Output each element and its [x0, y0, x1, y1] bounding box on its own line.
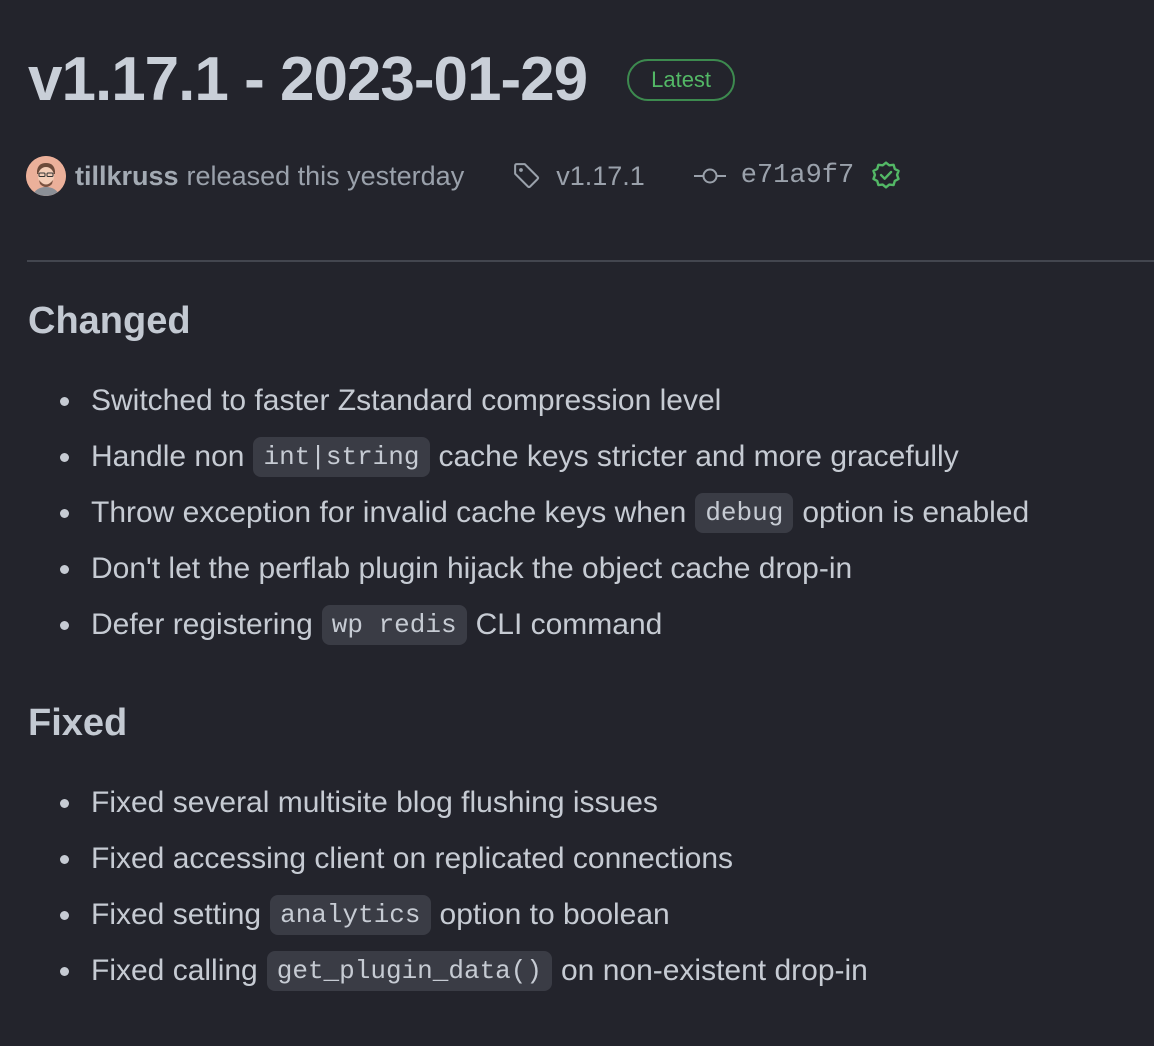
inline-code: debug — [695, 493, 794, 533]
list-item: Fixed calling get_plugin_data() on non-e… — [60, 943, 868, 999]
list-item: Handle non int|string cache keys stricte… — [60, 429, 1029, 485]
release-header: v1.17.1 - 2023-01-29 Latest — [28, 30, 736, 130]
section-heading-fixed: Fixed — [28, 702, 128, 744]
item-text: Don't let the perflab plugin hijack the … — [91, 552, 853, 585]
list-item: Fixed several multisite blog flushing is… — [60, 775, 868, 831]
item-text: Handle non — [91, 440, 245, 473]
release-meta: tillkruss released this yesterday v1.17.… — [26, 155, 902, 197]
list-item: Defer registering wp redis CLI command — [60, 597, 1029, 653]
bullet — [60, 966, 69, 976]
bullet — [60, 396, 69, 406]
item-text: option to boolean — [439, 898, 670, 931]
list-item: Throw exception for invalid cache keys w… — [60, 485, 1029, 541]
item-text: Defer registering — [91, 608, 313, 641]
bullet — [60, 620, 69, 630]
inline-code: wp redis — [321, 605, 467, 645]
author-link[interactable]: tillkruss — [75, 161, 179, 192]
item-text: Fixed setting — [91, 898, 262, 931]
item-text: Switched to faster Zstandard compression… — [91, 384, 722, 417]
bullet — [60, 910, 69, 920]
commit-link[interactable]: e71a9f7 — [741, 161, 854, 191]
release-title[interactable]: v1.17.1 - 2023-01-29 — [28, 49, 588, 111]
verified-check-icon[interactable] — [870, 160, 902, 192]
item-text: on non-existent drop-in — [561, 954, 868, 987]
list-item: Fixed setting analytics option to boolea… — [60, 887, 868, 943]
released-text: released this yesterday — [186, 160, 465, 191]
item-text: cache keys stricter and more gracefully — [438, 440, 959, 473]
avatar[interactable] — [26, 156, 66, 196]
section-heading-changed: Changed — [28, 300, 191, 342]
bullet — [60, 452, 69, 462]
inline-code: analytics — [270, 895, 431, 935]
item-text: Fixed several multisite blog flushing is… — [91, 786, 658, 819]
bullet — [60, 508, 69, 518]
bullet — [60, 854, 69, 864]
latest-badge: Latest — [627, 59, 736, 101]
item-text: Fixed accessing client on replicated con… — [91, 842, 734, 875]
inline-code: get_plugin_data() — [266, 951, 552, 991]
tag-icon — [512, 161, 542, 191]
fixed-list: Fixed several multisite blog flushing is… — [60, 775, 868, 999]
item-text: option is enabled — [802, 496, 1030, 529]
bullet — [60, 798, 69, 808]
divider — [27, 260, 1154, 262]
item-text: CLI command — [475, 608, 663, 641]
item-text: Throw exception for invalid cache keys w… — [91, 496, 687, 529]
list-item: Don't let the perflab plugin hijack the … — [60, 541, 1029, 597]
list-item: Fixed accessing client on replicated con… — [60, 831, 868, 887]
bullet — [60, 564, 69, 574]
list-item: Switched to faster Zstandard compression… — [60, 373, 1029, 429]
changed-list: Switched to faster Zstandard compression… — [60, 373, 1029, 653]
git-commit-icon — [693, 166, 727, 186]
item-text: Fixed calling — [91, 954, 258, 987]
inline-code: int|string — [253, 437, 430, 477]
tag-link[interactable]: v1.17.1 — [556, 161, 645, 192]
